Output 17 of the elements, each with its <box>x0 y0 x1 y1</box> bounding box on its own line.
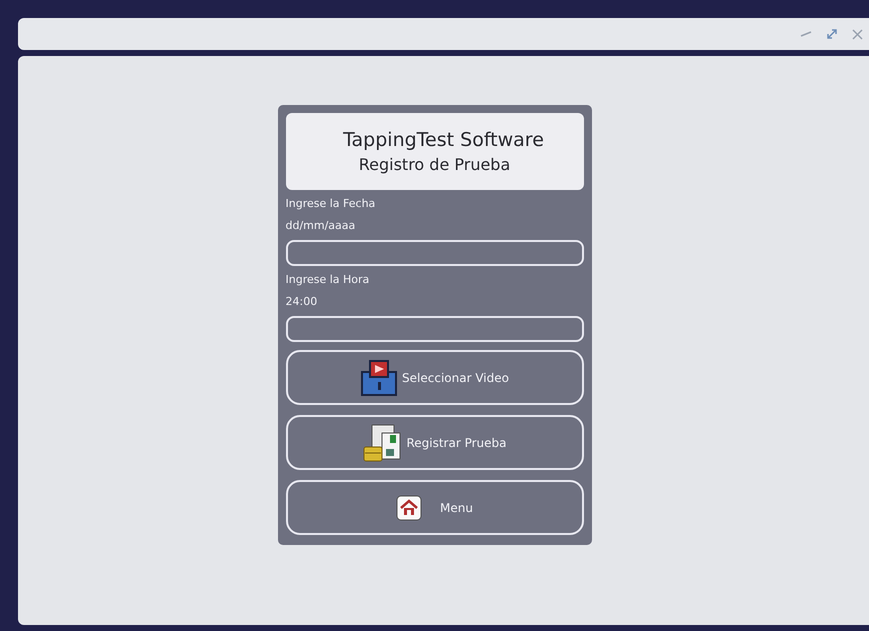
input-field[interactable] <box>286 240 584 266</box>
action-button[interactable]: Menu <box>286 480 584 535</box>
form-title: Registro de Prueba <box>358 155 510 174</box>
app-title: TappingTest Software <box>342 129 544 151</box>
field-label: Ingrese la Hora <box>286 272 370 288</box>
documents-icon <box>362 422 402 462</box>
input-field[interactable] <box>286 316 584 342</box>
video-file-icon <box>360 360 398 396</box>
maximize-icon[interactable] <box>826 28 838 40</box>
house-icon <box>396 494 422 520</box>
action-button[interactable]: Seleccionar Video <box>286 350 584 405</box>
minimize-icon[interactable] <box>800 29 812 39</box>
field-label: Ingrese la Fecha <box>286 196 376 212</box>
close-icon[interactable] <box>852 28 863 40</box>
format-hint: dd/mm/aaaa <box>286 218 356 234</box>
action-button[interactable]: Registrar Prueba <box>286 415 584 470</box>
format-hint: 24:00 <box>286 294 318 310</box>
